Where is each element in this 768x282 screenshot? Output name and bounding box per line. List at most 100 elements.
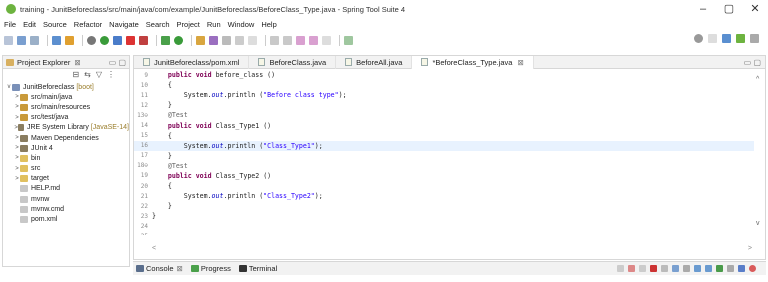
open-task-icon[interactable] xyxy=(209,35,218,45)
view-menu-icon[interactable]: ⋮ xyxy=(107,70,115,79)
next-annotation-icon[interactable] xyxy=(270,35,279,45)
editor-view-controls[interactable]: ▭ ▢ xyxy=(744,58,761,67)
code-line[interactable]: 25 xyxy=(134,232,754,235)
code-line[interactable]: 10 { xyxy=(134,80,754,90)
maximize-button[interactable]: ▢ xyxy=(716,0,742,18)
menu-help[interactable]: Help xyxy=(261,20,276,29)
toggle-icon[interactable] xyxy=(248,35,257,45)
collapse-all-icon[interactable]: ⊟ xyxy=(72,70,79,79)
menu-refactor[interactable]: Refactor xyxy=(74,20,102,29)
build-icon[interactable] xyxy=(65,35,74,45)
tree-item[interactable]: mvnw.cmd xyxy=(3,204,129,214)
coverage-icon[interactable] xyxy=(113,35,122,45)
debug-perspective-icon[interactable] xyxy=(750,34,759,43)
terminate-icon[interactable] xyxy=(617,265,624,272)
clear-console-icon[interactable] xyxy=(661,265,668,272)
open-perspective-icon[interactable] xyxy=(708,34,717,43)
tree-item[interactable]: > JRE System Library [JavaSE-14] xyxy=(3,123,129,133)
code-line[interactable]: 13⊖ @Test xyxy=(134,110,754,120)
spring-boot-icon[interactable] xyxy=(161,35,170,45)
back-icon[interactable] xyxy=(309,35,318,45)
tab-console[interactable]: Console ⊠ xyxy=(136,264,183,273)
tree-item[interactable]: > src/main/java xyxy=(3,92,129,102)
tab-pom-xml[interactable]: JunitBeforeclass/pom.xml xyxy=(134,55,250,69)
scroll-down-icon[interactable]: v xyxy=(756,220,760,227)
menu-edit[interactable]: Edit xyxy=(23,20,36,29)
tree-item[interactable]: > src xyxy=(3,164,129,174)
code-line[interactable]: 20 { xyxy=(134,181,754,191)
tab-beforeall-java[interactable]: BeforeAll.java xyxy=(336,55,413,69)
horizontal-scrollbar[interactable]: < > xyxy=(152,245,752,253)
tab-project-explorer[interactable]: Project Explorer ⊠ xyxy=(6,58,81,67)
scroll-right-icon[interactable]: > xyxy=(748,245,752,252)
minimize-button[interactable]: – xyxy=(690,0,716,18)
tree-item[interactable]: > JUnit 4 xyxy=(3,143,129,153)
code-line[interactable]: 12 } xyxy=(134,100,754,110)
new-java-project-icon[interactable] xyxy=(174,35,183,45)
annotation-icon[interactable] xyxy=(235,35,244,45)
menu-run[interactable]: Run xyxy=(207,20,221,29)
search-icon[interactable] xyxy=(222,35,231,45)
menu-window[interactable]: Window xyxy=(228,20,255,29)
save-all-icon[interactable] xyxy=(30,35,39,45)
view-controls[interactable]: ▭ ▢ xyxy=(109,58,126,67)
menu-search[interactable]: Search xyxy=(146,20,170,29)
code-line[interactable]: 21 System.out.println ("Class_Type2"); xyxy=(134,191,754,201)
menu-project[interactable]: Project xyxy=(177,20,200,29)
menu-navigate[interactable]: Navigate xyxy=(109,20,139,29)
open-type-icon[interactable] xyxy=(196,35,205,45)
show-on-output-icon[interactable] xyxy=(694,265,701,272)
tree-item[interactable]: pom.xml xyxy=(3,214,129,224)
code-line[interactable]: 11 System.out.println ("Before class typ… xyxy=(134,90,754,100)
code-line[interactable]: 9 public void before_class () xyxy=(134,70,754,80)
tree-item[interactable]: > bin xyxy=(3,153,129,163)
filter-icon[interactable]: ▽ xyxy=(96,70,102,79)
close-button[interactable]: ✕ xyxy=(742,0,768,18)
console-menu-icon[interactable] xyxy=(749,265,756,272)
spring-perspective-icon[interactable] xyxy=(736,34,745,43)
tree-item[interactable]: v JunitBeforeclass [boot] xyxy=(3,82,129,92)
stop-icon[interactable] xyxy=(126,35,135,45)
word-wrap-icon[interactable] xyxy=(683,265,690,272)
code-line[interactable]: 23} xyxy=(134,211,754,221)
tab-beforeclass-java[interactable]: BeforeClass.java xyxy=(249,55,337,69)
menu-source[interactable]: Source xyxy=(43,20,67,29)
tab-terminal[interactable]: Terminal xyxy=(238,264,277,273)
tree-item[interactable]: > target xyxy=(3,174,129,184)
run-icon[interactable] xyxy=(100,35,109,45)
remove-all-icon[interactable] xyxy=(639,265,646,272)
code-line[interactable]: 17 } xyxy=(134,151,754,161)
scroll-up-icon[interactable]: ^ xyxy=(756,76,759,83)
close-icon[interactable]: ⊠ xyxy=(517,58,523,67)
new-icon[interactable] xyxy=(4,35,13,45)
remove-launch-icon[interactable] xyxy=(628,265,635,272)
previous-annotation-icon[interactable] xyxy=(283,35,292,45)
save-icon[interactable] xyxy=(17,35,26,45)
scroll-left-icon[interactable]: < xyxy=(152,245,156,252)
code-line[interactable]: 19 public void Class_Type2 () xyxy=(134,171,754,181)
code-line[interactable]: 14 public void Class_Type1 () xyxy=(134,120,754,130)
external-tools-icon[interactable] xyxy=(139,35,148,45)
pin-console-icon[interactable] xyxy=(716,265,723,272)
tree-item[interactable]: mvnw xyxy=(3,194,129,204)
search-icon[interactable] xyxy=(694,34,703,43)
tree-item[interactable]: > src/main/resources xyxy=(3,102,129,112)
display-console-icon[interactable] xyxy=(727,265,734,272)
close-icon[interactable]: ⊠ xyxy=(177,264,183,273)
scroll-lock-icon[interactable] xyxy=(672,265,679,272)
close-icon[interactable]: ⊠ xyxy=(74,58,80,67)
link-with-editor-icon[interactable]: ⇆ xyxy=(84,70,91,79)
code-line[interactable]: 16 System.out.println ("Class_Type1"); xyxy=(134,140,754,151)
tree-item[interactable]: HELP.md xyxy=(3,184,129,194)
menu-file[interactable]: File xyxy=(4,20,16,29)
tree-item[interactable]: > Maven Dependencies xyxy=(3,133,129,143)
pin-editor-icon[interactable] xyxy=(344,35,353,45)
debug-icon[interactable] xyxy=(87,35,96,45)
code-line[interactable]: 15 { xyxy=(134,131,754,141)
terminal-icon[interactable] xyxy=(52,35,61,45)
stop-icon[interactable] xyxy=(650,265,657,272)
vertical-scrollbar[interactable]: ^ v xyxy=(755,70,765,235)
open-console-icon[interactable] xyxy=(738,265,745,272)
code-line[interactable]: 18⊖ @Test xyxy=(134,161,754,171)
tab-progress[interactable]: Progress xyxy=(190,264,231,273)
